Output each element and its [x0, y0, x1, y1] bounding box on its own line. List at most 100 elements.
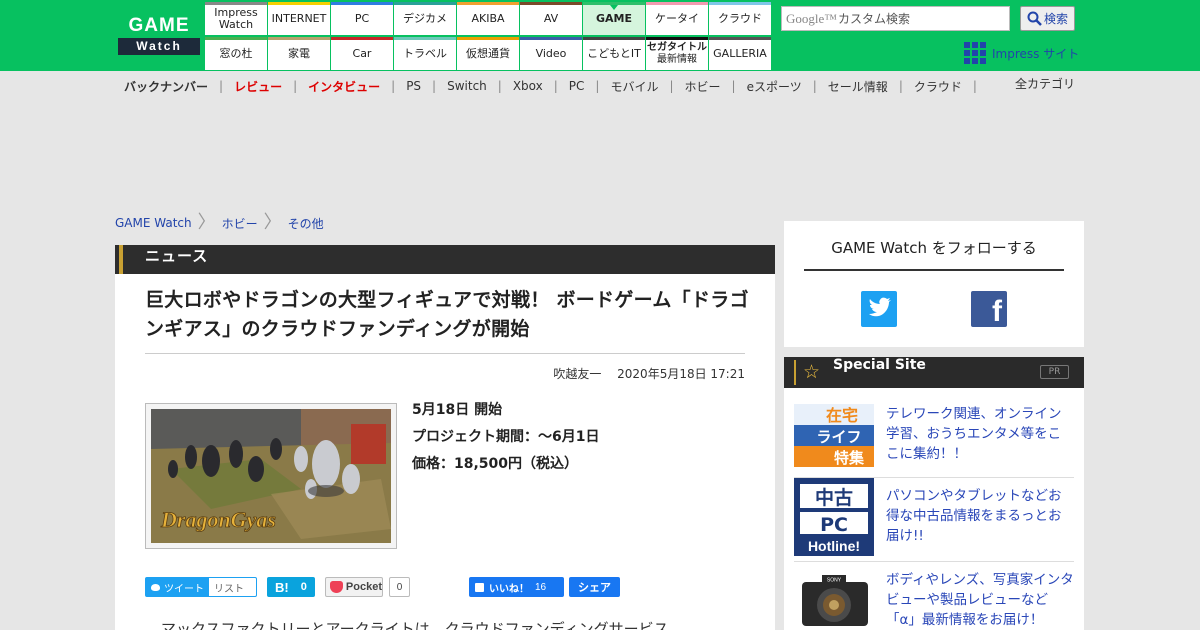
nav-color-bar [331, 2, 393, 5]
svg-text:SONY: SONY [827, 578, 842, 584]
special-item[interactable]: SONY ボディやレンズ、写真家インタビューや製品レビューなど「α」最新情報をお… [794, 562, 1074, 630]
search-input[interactable]: Google™ カスタム検索 [781, 6, 1010, 31]
search-button[interactable]: 検索 [1020, 6, 1075, 31]
nav-item-label: セガタイトル 最新情報 [647, 41, 707, 65]
category-nav-item[interactable]: セール情報 [828, 78, 888, 95]
breadcrumb-item[interactable]: ホビー [222, 215, 258, 232]
category-nav-item[interactable]: ホビー [685, 78, 721, 95]
nav-item[interactable]: GAME [583, 2, 645, 35]
category-nav-item[interactable]: インタビュー [308, 78, 380, 95]
category-nav-item[interactable]: モバイル [610, 78, 658, 95]
section-accent [119, 245, 123, 274]
nav-item-label: GALLERIA [713, 46, 767, 60]
special-item-text[interactable]: パソコンやタブレットなどお得な中古品情報をまるっとお届け!! [886, 486, 1074, 546]
nav-color-bar [394, 37, 456, 40]
special-item-text[interactable]: ボディやレンズ、写真家インタビューや製品レビューなど「α」最新情報をお届け！ [886, 570, 1074, 630]
title-divider [145, 353, 745, 354]
nav-color-bar [394, 2, 456, 5]
thumbs-up-icon [475, 582, 484, 592]
nav-color-bar [583, 37, 645, 40]
nav-color-bar [646, 2, 708, 5]
like-count: 16 [535, 581, 547, 593]
nav-separator: | [219, 79, 224, 93]
category-nav-item[interactable]: PC [569, 79, 585, 93]
nav-item[interactable]: Car [331, 37, 393, 70]
impress-sites-label: Impress サイト [992, 46, 1080, 61]
svg-text:Hotline!: Hotline! [808, 538, 860, 554]
nav-separator: | [669, 79, 674, 93]
nav-item-label: Car [352, 46, 372, 60]
nav-color-bar [331, 37, 393, 40]
nav-color-bar [520, 2, 582, 5]
nav-item[interactable]: クラウド [709, 2, 771, 35]
category-nav-item[interactable]: レビュー [234, 78, 282, 95]
tweet-button[interactable]: ツイート リスト [145, 577, 257, 597]
facebook-share-button[interactable]: シェア [569, 577, 620, 597]
article-photo[interactable]: DragonGyas [145, 403, 397, 549]
hatena-bookmark-button[interactable]: B! 0 [267, 577, 315, 597]
breadcrumb-item[interactable]: その他 [288, 215, 324, 232]
tweet-label: ツイート [164, 583, 204, 595]
article-title: 巨大ロボやドラゴンの大型フィギュアで対戦！ ボードゲーム「ドラゴンギアス」のクラ… [145, 289, 749, 340]
article-author: 吹越友一 [553, 367, 602, 381]
section-label: ニュース [145, 247, 209, 265]
dragongyas-logo: DragonGyas [160, 507, 276, 532]
nav-color-bar [268, 2, 330, 5]
breadcrumb-item[interactable]: GAME Watch [115, 216, 192, 230]
nav-item[interactable]: 仮想通貨 [457, 37, 519, 70]
nav-item[interactable]: INTERNET [268, 2, 330, 35]
nav-item-label: ケータイ [655, 11, 699, 25]
nav-item[interactable]: デジカメ [394, 2, 456, 35]
category-nav-item[interactable]: Switch [447, 79, 487, 93]
nav-item[interactable]: AV [520, 2, 582, 35]
special-site-header: ☆ Special Site PR [784, 357, 1084, 388]
nav-item-label: Impress Watch [214, 5, 258, 31]
zaitaku-life-thumb: 在宅 ライフ 特集 [794, 404, 874, 467]
special-accent [794, 360, 796, 385]
star-icon: ☆ [803, 361, 821, 383]
twitter-list-label[interactable]: リスト [209, 580, 244, 595]
category-nav-item[interactable]: PS [406, 79, 421, 93]
all-categories-link[interactable]: 全カテゴリ [1015, 75, 1075, 97]
sony-alpha-camera-thumb: SONY [794, 570, 874, 630]
special-item[interactable]: 中古 PC Hotline! パソコンやタブレットなどお得な中古品情報をまるっと… [794, 478, 1074, 562]
nav-item[interactable]: GALLERIA [709, 37, 771, 70]
used-pc-hotline-thumb: 中古 PC Hotline! [794, 478, 874, 558]
hatena-count: 0 [300, 581, 307, 593]
nav-item[interactable]: セガタイトル 最新情報 [646, 37, 708, 70]
category-nav-item[interactable]: Xbox [513, 79, 543, 93]
svg-text:中古: 中古 [815, 486, 853, 509]
nav-item[interactable]: 窓の杜 [205, 37, 267, 70]
nav-separator: | [553, 79, 558, 93]
facebook-like-button[interactable]: いいね！ 16 [469, 577, 564, 597]
special-item-text[interactable]: テレワーク関連、オンライン学習、おうちエンタメ等をここに集約！！ [886, 404, 1074, 464]
impress-sites-link[interactable]: Impress サイト [964, 42, 1079, 64]
nav-item[interactable]: 家電 [268, 37, 330, 70]
follow-box: GAME Watch をフォローする f [784, 221, 1084, 347]
special-item[interactable]: 在宅 ライフ 特集 テレワーク関連、オンライン学習、おうちエンタメ等をここに集約… [794, 396, 1074, 478]
pocket-icon [330, 581, 343, 593]
category-nav-item[interactable]: バックナンバー [124, 78, 208, 95]
nav-item[interactable]: Impress Watch [205, 2, 267, 35]
nav-separator: | [812, 79, 817, 93]
nav-item-label: クラウド [718, 11, 762, 25]
hatena-icon: B! [275, 579, 289, 595]
game-watch-logo[interactable]: GAME Watch [118, 15, 200, 55]
nav-item-label: 窓の杜 [219, 46, 253, 60]
nav-item[interactable]: PC [331, 2, 393, 35]
twitter-icon[interactable] [861, 291, 897, 327]
nav-item[interactable]: AKIBA [457, 2, 519, 35]
nav-item[interactable]: こどもとIT [583, 37, 645, 70]
search-placeholder: カスタム検索 [838, 12, 911, 26]
nav-item[interactable]: トラベル [394, 37, 456, 70]
nav-color-bar [646, 37, 708, 40]
facebook-icon[interactable]: f [971, 291, 1007, 327]
follow-underline [804, 269, 1064, 271]
category-nav-item[interactable]: クラウド [914, 78, 962, 95]
category-nav-item[interactable]: eスポーツ [747, 78, 802, 95]
pocket-button[interactable]: Pocket [325, 577, 383, 597]
nav-item[interactable]: Video [520, 37, 582, 70]
nav-item[interactable]: ケータイ [646, 2, 708, 35]
fact-price: 価格：18,500円（税込） [412, 456, 579, 472]
site-header: GAME Watch Impress Watch INTERNET PC デジカメ AKI… [0, 0, 1200, 71]
